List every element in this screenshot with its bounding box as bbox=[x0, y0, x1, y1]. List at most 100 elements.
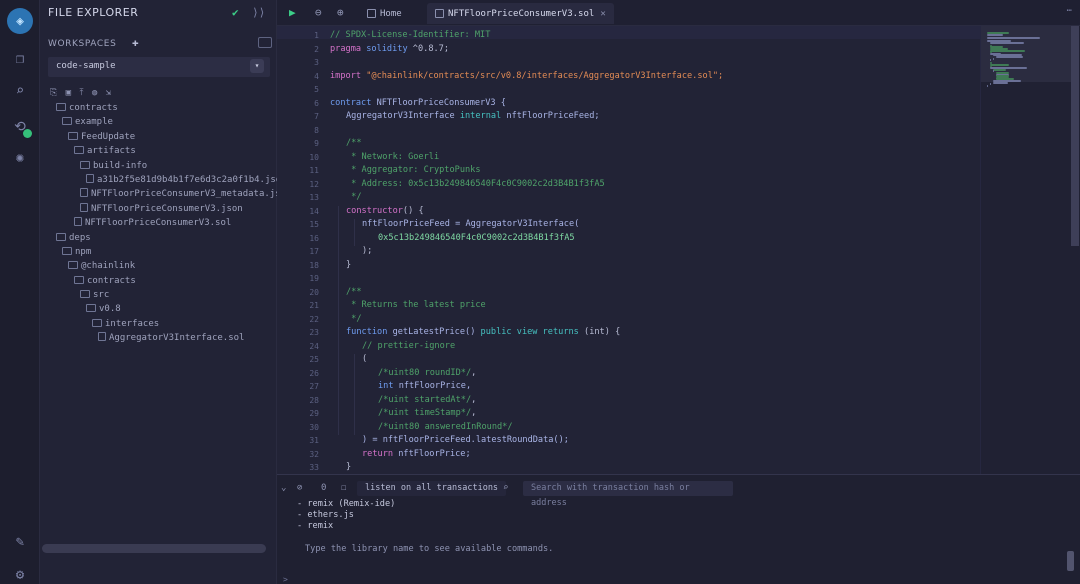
tree-item-label: src bbox=[93, 290, 110, 301]
tree-folder[interactable]: contracts bbox=[40, 274, 277, 288]
github-icon[interactable]: ◍ bbox=[92, 88, 97, 98]
code-token: ) = nftFloorPriceFeed.latestRoundData(); bbox=[362, 435, 569, 445]
tree-folder[interactable]: deps bbox=[40, 231, 277, 245]
code-line: } bbox=[346, 462, 351, 472]
terminal-prompt[interactable]: > bbox=[283, 575, 288, 584]
new-file-icon[interactable]: ⎘ bbox=[50, 88, 57, 98]
folder-icon bbox=[80, 160, 90, 169]
compiler-icon[interactable]: ⟲ bbox=[0, 112, 40, 142]
folder-icon bbox=[86, 304, 96, 313]
zoom-out-icon[interactable]: ⊖ bbox=[315, 6, 322, 19]
check-icon: ✔ bbox=[232, 6, 239, 19]
home-icon bbox=[367, 9, 376, 18]
run-script-icon[interactable]: ▶ bbox=[289, 6, 296, 19]
tree-folder[interactable]: FeedUpdate bbox=[40, 130, 277, 144]
settings-gear-icon[interactable]: ⚙ bbox=[0, 560, 40, 584]
terminal-scrollbar[interactable] bbox=[1067, 551, 1074, 571]
tree-file[interactable]: NFTFloorPriceConsumerV3.sol bbox=[40, 216, 277, 230]
clear-console-icon[interactable]: ⊘ bbox=[297, 483, 302, 493]
code-line: /** bbox=[346, 287, 362, 297]
tree-file[interactable]: a31b2f5e81d9b4b1f7e6d3c2a0f1b4.json bbox=[40, 173, 277, 187]
sidebar-horizontal-scrollbar[interactable] bbox=[42, 544, 266, 553]
line-number: 29 bbox=[309, 409, 319, 418]
tab-nft-floor-price-consumer[interactable]: NFTFloorPriceConsumerV3.sol ✕ bbox=[427, 3, 614, 24]
tree-item-label: npm bbox=[75, 246, 92, 257]
tree-folder[interactable]: build-info bbox=[40, 159, 277, 173]
tree-file[interactable]: AggregatorV3Interface.sol bbox=[40, 331, 277, 345]
tab-home-label: Home bbox=[380, 8, 402, 19]
tree-item-label: AggregatorV3Interface.sol bbox=[109, 333, 245, 344]
line-number: 6 bbox=[314, 98, 319, 108]
minimap-line bbox=[990, 59, 991, 62]
workspace-menu-icon[interactable] bbox=[258, 37, 272, 48]
code-token: NFTFloorPriceConsumerV3 { bbox=[371, 97, 506, 108]
code-token: // SPDX-License-Identifier: MIT bbox=[330, 30, 491, 40]
indent-guide bbox=[354, 219, 355, 246]
code-token: nftFloorPrice; bbox=[393, 448, 471, 459]
plugin-manager-icon[interactable]: ✎ bbox=[0, 527, 40, 557]
tree-folder[interactable]: example bbox=[40, 115, 277, 129]
collapse-panel-icon[interactable]: ⟩⟩ bbox=[252, 6, 265, 19]
tree-folder[interactable]: artifacts bbox=[40, 144, 277, 158]
remix-logo-icon[interactable]: ◈ bbox=[0, 6, 40, 36]
terminal-search-input[interactable]: Search with transaction hash or address bbox=[523, 481, 733, 508]
folder-icon bbox=[62, 117, 72, 126]
line-number: 3 bbox=[314, 58, 319, 67]
folder-icon bbox=[92, 318, 102, 327]
tree-folder[interactable]: npm bbox=[40, 245, 277, 259]
close-tab-icon[interactable]: ✕ bbox=[600, 9, 605, 19]
editor-tab-bar: ▶ ⊖ ⊕ Home NFTFloorPriceConsumerV3.sol ✕… bbox=[277, 0, 1080, 26]
line-number-gutter: 1 2 3 4 5 6 7 8 9 10 11 12 13 14 15 16 17 18 19 20 21 22 23 24 2… bbox=[277, 26, 325, 486]
minimap[interactable] bbox=[980, 26, 1080, 474]
code-token: constructor bbox=[346, 205, 403, 216]
load-icon[interactable]: ⇲ bbox=[106, 88, 111, 98]
tab-home[interactable]: Home bbox=[359, 3, 410, 24]
code-line: /*uint startedAt*/, bbox=[378, 395, 476, 405]
line-number: 4 bbox=[314, 71, 319, 81]
tree-folder[interactable]: v0.8 bbox=[40, 302, 277, 316]
code-line: function getLatestPrice() public view re… bbox=[346, 327, 620, 337]
line-number: 19 bbox=[309, 274, 319, 283]
code-token: AggregatorV3Interface bbox=[346, 111, 455, 121]
tree-item-label: a31b2f5e81d9b4b1f7e6d3c2a0f1b4.json bbox=[97, 174, 277, 185]
upload-icon[interactable]: ⤒ bbox=[79, 88, 83, 98]
file-explorer-icon[interactable]: ❐ bbox=[0, 44, 40, 74]
code-token: * Aggregator: CryptoPunks bbox=[346, 165, 481, 175]
tree-folder[interactable]: contracts bbox=[40, 101, 277, 115]
tab-file-label: NFTFloorPriceConsumerV3.sol bbox=[448, 8, 595, 19]
code-line: pragma solidity ^0.8.7; bbox=[330, 44, 449, 54]
tree-folder[interactable]: interfaces bbox=[40, 317, 277, 331]
more-icon[interactable]: ⋯ bbox=[1067, 6, 1072, 16]
collapse-terminal-icon[interactable]: ⌄ bbox=[281, 483, 286, 493]
line-number: 5 bbox=[314, 85, 319, 94]
line-number: 1 bbox=[314, 31, 319, 40]
listen-checkbox[interactable]: ☐ bbox=[341, 483, 346, 493]
tree-item-label: v0.8 bbox=[99, 304, 121, 315]
file-icon bbox=[86, 173, 94, 183]
code-token: pragma bbox=[330, 43, 362, 54]
workspace-select[interactable]: code-sample ▾ bbox=[48, 57, 270, 77]
deploy-icon[interactable]: ✺ bbox=[0, 143, 40, 173]
zoom-in-icon[interactable]: ⊕ bbox=[337, 6, 344, 19]
tree-folder[interactable]: src bbox=[40, 288, 277, 302]
code-line: 0x5c13b249846540F4c0C9002c2d3B4B1f3fA5 bbox=[378, 233, 575, 243]
tree-folder[interactable]: @chainlink bbox=[40, 259, 277, 273]
tree-file[interactable]: NFTFloorPriceConsumerV3_metadata.json bbox=[40, 187, 277, 201]
line-number: 11 bbox=[309, 166, 319, 175]
code-token: , bbox=[471, 394, 477, 405]
code-line: /*uint80 answeredInRound*/ bbox=[378, 422, 513, 432]
add-workspace-icon[interactable]: ✚ bbox=[132, 36, 139, 49]
line-number: 32 bbox=[309, 449, 319, 459]
editor-vertical-scrollbar[interactable] bbox=[1071, 26, 1079, 246]
new-folder-icon[interactable]: ▣ bbox=[66, 88, 71, 98]
line-number: 14 bbox=[309, 206, 319, 216]
tree-file[interactable]: NFTFloorPriceConsumerV3.json bbox=[40, 202, 277, 216]
code-editor[interactable]: // SPDX-License-Identifier: MIT pragma so… bbox=[330, 26, 980, 474]
search-icon[interactable]: ⌕ bbox=[0, 76, 40, 106]
pending-tx-icon[interactable]: 0 bbox=[321, 483, 326, 493]
terminal-panel: ⌄ ⊘ 0 ☐ listen on all transactions ⌕ Sea… bbox=[277, 474, 1080, 584]
file-icon bbox=[74, 217, 82, 227]
code-line: AggregatorV3Interface internal nftFloorP… bbox=[346, 111, 600, 121]
file-tree: contracts example FeedUpdate artifacts build… bbox=[40, 101, 277, 346]
code-line: ) = nftFloorPriceFeed.latestRoundData(); bbox=[362, 435, 569, 445]
